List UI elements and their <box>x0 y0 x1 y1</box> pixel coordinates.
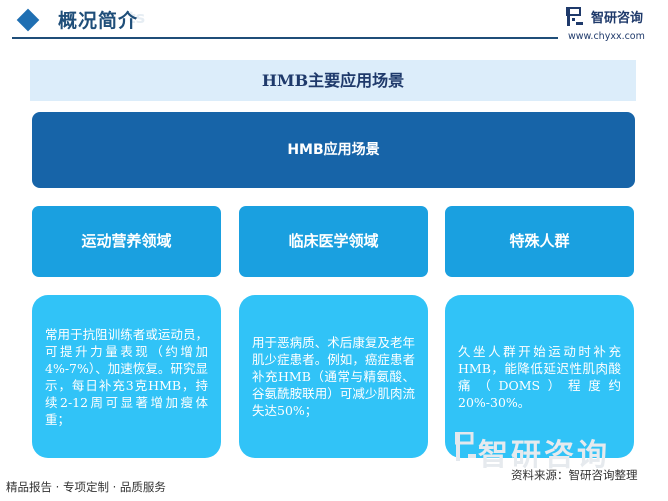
diagram-root-box: HMB应用场景 <box>32 112 635 188</box>
diagram-title: HMB主要应用场景 <box>261 71 405 90</box>
description-box-sports: 常用于抗阻训练者或运动员，可提升力量表现（约增加4%-7%）、加速恢复。研究显示… <box>32 295 221 458</box>
header-divider <box>12 37 558 39</box>
footer-slogan: 精品报告 · 专项定制 · 品质服务 <box>6 480 166 494</box>
category-label: 临床医学领域 <box>288 232 379 250</box>
category-label: 运动营养领域 <box>81 232 172 250</box>
category-box-sports: 运动营养领域 <box>32 206 221 277</box>
brand-url: www.chyxx.com <box>568 31 645 42</box>
watermark-logo-icon <box>455 432 476 461</box>
category-box-clinical: 临床医学领域 <box>239 206 428 277</box>
diagram-title-band: HMB主要应用场景 <box>30 60 636 101</box>
brand-name: 智研咨询 <box>591 11 644 26</box>
description-text: 久坐人群开始运动时补充HMB，能降低延迟性肌肉酸痛（DOMS）程度约20%-30… <box>458 343 621 410</box>
description-text: 常用于抗阻训练者或运动员，可提升力量表现（约增加4%-7%）、加速恢复。研究显示… <box>45 326 208 427</box>
source-note: 资料来源：智研咨询整理 <box>511 468 638 482</box>
description-box-clinical: 用于恶病质、术后康复及老年肌少症患者。例如，癌症患者补充HMB（通常与精氨酸、谷… <box>239 295 428 458</box>
category-label: 特殊人群 <box>509 232 570 250</box>
page-title: 概况简介 <box>58 10 139 32</box>
brand-logo-icon <box>566 7 583 26</box>
description-text: 用于恶病质、术后康复及老年肌少症患者。例如，癌症患者补充HMB（通常与精氨酸、谷… <box>252 335 415 418</box>
category-box-special: 特殊人群 <box>445 206 634 277</box>
diagram-root-label: HMB应用场景 <box>287 142 380 158</box>
header-diamond-icon <box>16 8 40 32</box>
